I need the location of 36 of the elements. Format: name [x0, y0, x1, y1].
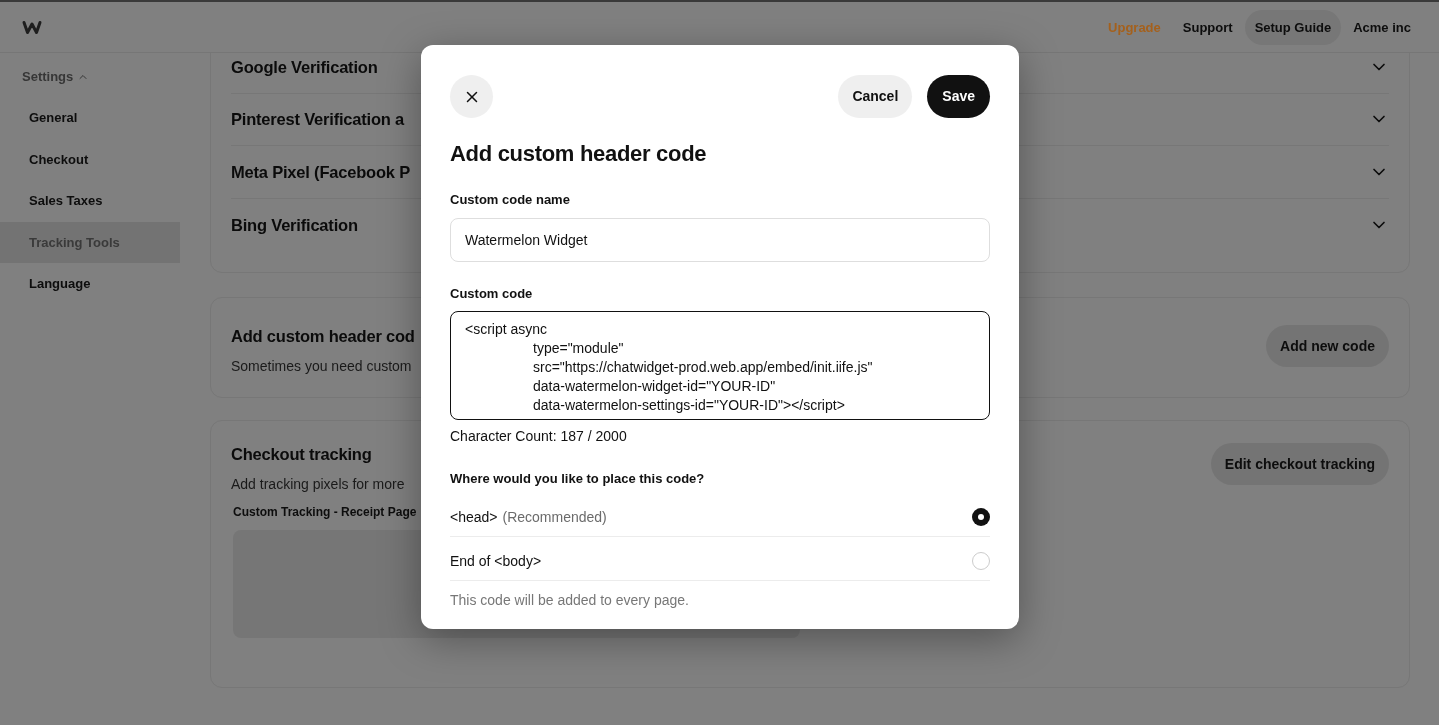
nav-link[interactable]: Support	[1182, 18, 1233, 36]
sidebar-item[interactable]: Sales Taxes	[0, 180, 180, 222]
placement-hint: This code will be added to every page.	[450, 591, 689, 610]
logo-icon[interactable]	[22, 19, 42, 35]
section-title: Add custom header cod	[231, 326, 415, 347]
section-title[interactable]: Google Verification	[231, 54, 378, 79]
section-title[interactable]: Meta Pixel (Facebook P	[231, 159, 410, 184]
section-title[interactable]: Pinterest Verification a	[231, 107, 405, 132]
section-title: Checkout tracking	[231, 444, 372, 465]
section-description: Sometimes you need custom	[231, 357, 412, 376]
field-label: Custom code	[450, 285, 533, 303]
edit-tracking-button[interactable]: Edit checkout tracking	[1210, 443, 1389, 485]
field-label: Custom Tracking - Receipt Page	[233, 504, 417, 520]
placement-question: Where would you like to place this code?	[450, 470, 705, 488]
character-count: Character Count: 187 / 2000	[450, 427, 627, 446]
save-button[interactable]: Save	[927, 75, 990, 118]
cancel-button[interactable]: Cancel	[838, 75, 913, 118]
field-label: Custom code name	[450, 191, 570, 209]
code-textarea[interactable]: <script async type="module" src="https://chatwidget-prod.web.app/embed/init.iife.js" data-watermelon-widget-id="YOUR-ID" data-watermelon-settings-id="YOUR-ID"></script>	[450, 311, 990, 420]
radio-button[interactable]	[972, 552, 990, 570]
sidebar-item[interactable]: Language	[0, 263, 180, 305]
section-title[interactable]: Bing Verification	[231, 212, 358, 237]
modal-title: Add custom header code	[450, 140, 707, 168]
add-code-button[interactable]: Add new code	[1266, 325, 1389, 367]
sidebar-item[interactable]: Checkout	[0, 138, 180, 180]
nav-link[interactable]: Acme inc	[1353, 18, 1411, 36]
option-label[interactable]: <head>	[450, 506, 498, 528]
sidebar-item[interactable]: General	[0, 97, 180, 139]
section-description: Add tracking pixels for more	[231, 475, 405, 494]
option-note: (Recommended)	[502, 507, 607, 527]
settings-heading[interactable]: Settings	[22, 67, 74, 87]
option-label[interactable]: End of <body>	[450, 550, 542, 572]
close-button[interactable]	[450, 75, 493, 118]
radio-button[interactable]	[972, 508, 990, 526]
nav-button[interactable]: Setup Guide	[1244, 9, 1342, 45]
name-input[interactable]: Watermelon Widget	[450, 218, 990, 262]
